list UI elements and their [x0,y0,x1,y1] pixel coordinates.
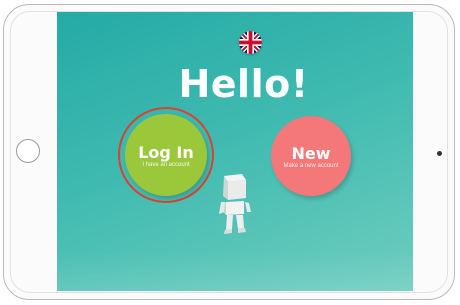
app-screen [57,12,413,291]
greeting-title: Hello! [178,62,309,106]
screen-gradient [57,251,413,291]
login-button-label: Log In [138,143,194,162]
robot-mascot-icon [219,174,251,234]
new-button-subtitle: Make a new account [283,163,339,169]
login-button-subtitle: I have an account [142,162,190,168]
home-button[interactable] [16,139,40,163]
new-account-button[interactable]: New Make a new account [271,116,351,196]
uk-flag-svg [239,31,262,54]
new-button-label: New [291,144,331,163]
camera-dot [437,151,442,156]
login-button[interactable]: Log In I have an account [125,114,207,196]
uk-flag-icon[interactable] [239,31,262,54]
